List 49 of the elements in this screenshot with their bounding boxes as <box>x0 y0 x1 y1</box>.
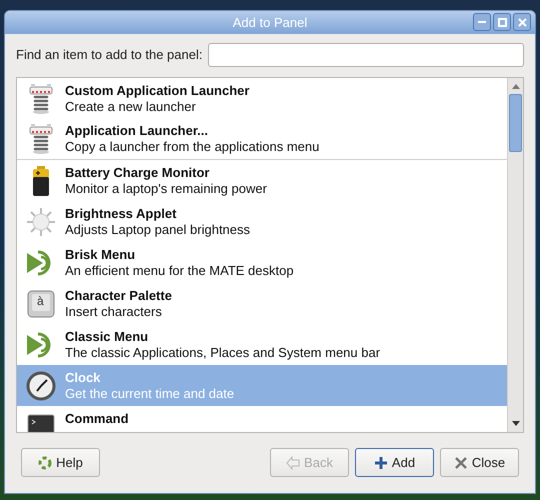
item-title: Classic Menu <box>65 328 150 344</box>
list-item[interactable]: Custom Application Launcher Create a new launcher <box>17 78 507 119</box>
item-title: Command <box>65 410 129 426</box>
item-title: Brisk Menu <box>65 246 136 262</box>
close-button[interactable]: Close <box>440 448 519 477</box>
item-description: Get the current time and date <box>65 386 234 402</box>
search-label: Find an item to add to the panel: <box>16 46 202 64</box>
key-character: à <box>37 294 44 308</box>
lifebuoy-icon <box>38 456 52 470</box>
maximize-icon <box>498 18 506 26</box>
list-item[interactable]: Battery Charge Monitor Monitor a laptop's remaining power <box>17 160 507 201</box>
close-icon <box>518 18 526 26</box>
item-description: Adjusts Laptop panel brightness <box>65 222 250 238</box>
list-item[interactable]: Classic Menu The classic Applications, Places and System menu bar <box>17 324 507 365</box>
item-description: Copy a launcher from the applications menu <box>65 139 320 155</box>
scroll-down-icon <box>512 421 520 426</box>
help-button[interactable]: Help <box>21 448 100 477</box>
list-item[interactable]: Application Launcher... Copy a launcher from the applications menu <box>17 119 507 160</box>
close-window-button[interactable] <box>513 13 531 31</box>
item-title: Brightness Applet <box>65 206 178 222</box>
search-field[interactable] <box>208 43 524 67</box>
list-item[interactable]: à Character Palette Insert characters <box>17 283 507 324</box>
item-description: Monitor a laptop's remaining power <box>65 180 267 196</box>
plus-icon <box>374 456 388 470</box>
item-title: Clock <box>65 370 102 386</box>
item-description: Create a new launcher <box>65 98 197 114</box>
scroll-up-icon <box>512 84 520 89</box>
item-description: The classic Applications, Places and System menu bar <box>65 344 380 360</box>
scrollbar[interactable] <box>507 78 523 432</box>
window-title: Add to Panel <box>232 14 308 32</box>
list-item[interactable]: Command <box>17 406 507 432</box>
list-item[interactable]: Brightness Applet Adjusts Laptop panel brightness <box>17 201 507 242</box>
minimize-icon <box>478 21 486 23</box>
item-title: Application Launcher... <box>65 123 210 139</box>
back-arrow-icon <box>286 456 300 470</box>
item-title: Character Palette <box>65 288 172 304</box>
item-description: Insert characters <box>65 304 163 320</box>
list-item[interactable]: Brisk Menu An efficient menu for the MATE desktop <box>17 242 507 283</box>
item-title: Battery Charge Monitor <box>65 164 210 180</box>
x-icon <box>454 456 468 470</box>
clock-icon <box>25 370 57 402</box>
maximize-button[interactable] <box>493 13 511 31</box>
scrollbar-thumb[interactable] <box>509 94 522 152</box>
character-key-icon <box>25 288 57 320</box>
sun-icon <box>25 206 57 238</box>
add-button[interactable]: Add <box>355 448 434 477</box>
item-title: Custom Application Launcher <box>65 82 250 98</box>
minimize-button[interactable] <box>473 13 491 31</box>
item-description: An efficient menu for the MATE desktop <box>65 262 294 278</box>
